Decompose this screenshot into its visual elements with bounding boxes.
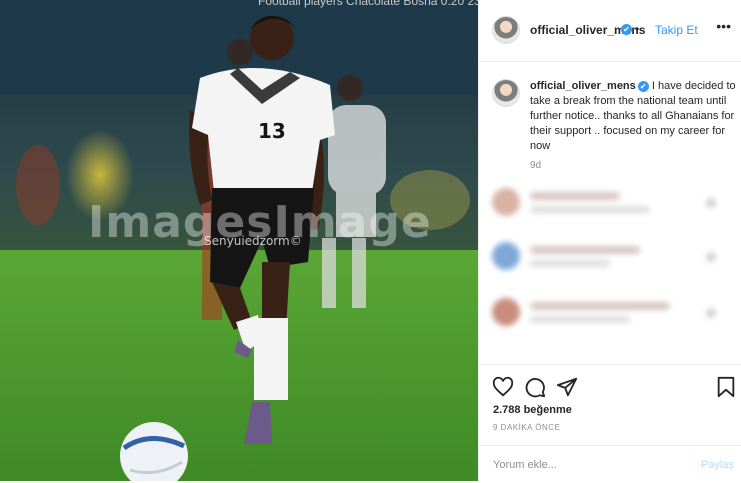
post-timestamp: 9 DAKİKA ÖNCE [493, 423, 561, 432]
comment-bar: Yorum ekle... Paylaş [479, 445, 741, 483]
separator-dot: • [635, 22, 640, 36]
avatar[interactable] [492, 16, 520, 44]
post-sidebar: official_oliver_mens ✔ • Takip Et ••• of… [478, 0, 741, 481]
photo-top-caption: Football players Chacolate Bosna 0:20 23… [258, 0, 478, 8]
caption-text: official_oliver_mens ✔ I have decided to … [530, 79, 738, 154]
post-comment-button[interactable]: Paylaş [701, 459, 734, 471]
caption-username[interactable]: official_oliver_mens [530, 80, 636, 92]
heart-icon[interactable] [492, 376, 514, 398]
follow-button[interactable]: Takip Et [655, 23, 698, 37]
comment-input[interactable]: Yorum ekle... [493, 459, 557, 471]
photo-credit: Senyuiedzorm© [204, 234, 302, 248]
like-count[interactable]: 2.788 beğenme [493, 404, 572, 416]
post-header: official_oliver_mens ✔ • Takip Et ••• [479, 0, 741, 62]
share-icon[interactable] [556, 376, 578, 398]
caption-age: 9d [530, 160, 542, 171]
caption-verified-icon: ✔ [637, 80, 649, 92]
bookmark-icon[interactable] [715, 376, 737, 398]
post-actions: 2.788 beğenme 9 DAKİKA ÖNCE Yorum ekle..… [479, 364, 741, 482]
caption-avatar[interactable] [492, 79, 520, 107]
more-options-icon[interactable]: ••• [716, 18, 731, 34]
verified-badge-icon: ✔ [621, 24, 632, 35]
blurred-comment [490, 186, 730, 222]
post-photo[interactable]: 13 Football players Chacolate Bosna 0:20… [0, 0, 478, 481]
blurred-comment [490, 296, 730, 332]
comment-icon[interactable] [524, 376, 546, 398]
jersey-number: 13 [258, 119, 286, 143]
blurred-comment [490, 240, 730, 276]
